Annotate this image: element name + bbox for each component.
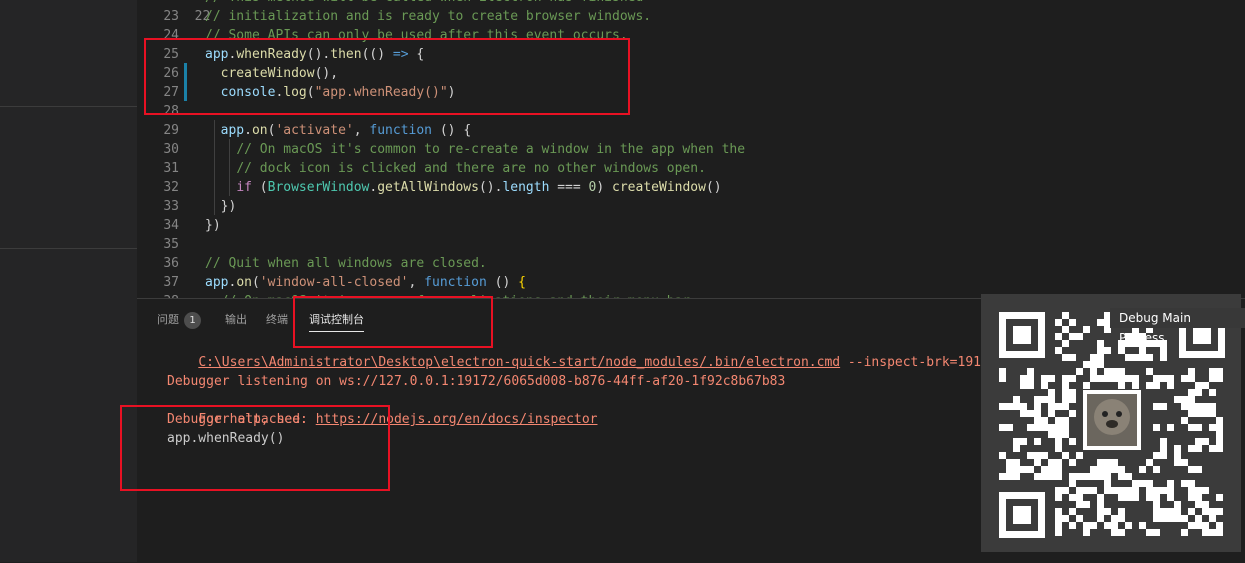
line-number: 34 xyxy=(163,218,179,233)
code-text: // initialization and is ready to create… xyxy=(205,9,652,24)
annotation-box-output xyxy=(120,405,390,491)
code-text: app.on('activate', function () { xyxy=(220,123,472,138)
annotation-box-tab xyxy=(293,296,493,348)
code-text: // Quit when all windows are closed. xyxy=(205,256,487,271)
tab-problems-label: 问题 xyxy=(157,313,179,326)
tab-output[interactable]: 输出 xyxy=(225,311,247,331)
line-number: 32 xyxy=(163,180,179,195)
code-line: 34}) xyxy=(137,216,220,235)
side-bar xyxy=(0,0,137,562)
code-line: 31 // dock icon is clicked and there are… xyxy=(137,159,706,178)
line-number: 23 xyxy=(163,9,179,24)
code-text: // On macOS it's common to re-create a w… xyxy=(236,142,746,157)
sidebar-divider xyxy=(0,248,137,249)
code-line-partial: 22// This method will be called when Ele… xyxy=(194,0,644,24)
sidebar-divider xyxy=(0,106,137,107)
code-text: // dock icon is clicked and there are no… xyxy=(236,161,706,176)
line-number: 33 xyxy=(163,199,179,214)
code-line: 29 app.on('activate', function () { xyxy=(137,121,471,140)
code-text: }) xyxy=(205,199,237,214)
annotation-box-code xyxy=(144,38,630,115)
line-number: 30 xyxy=(163,142,179,157)
electron-cmd-link[interactable]: C:\Users\Administrator\Desktop\electron-… xyxy=(198,355,840,370)
code-line: 30 // On macOS it's common to re-create … xyxy=(137,140,745,159)
line-number: 37 xyxy=(163,275,179,290)
code-line: 23 // initialization and is ready to crea… xyxy=(137,7,651,26)
code-line: 33 }) xyxy=(137,197,236,216)
tab-problems[interactable]: 问题 1 xyxy=(157,311,201,331)
code-text: }) xyxy=(205,218,221,233)
indent-guide xyxy=(229,139,230,196)
line-number: 36 xyxy=(163,256,179,271)
indent-guide xyxy=(214,120,215,215)
line-number: 35 xyxy=(163,237,179,252)
code-text: app.on('window-all-closed', function () … xyxy=(205,275,526,290)
code-line: 35 xyxy=(137,235,179,254)
debugger-listening-line: Debugger listening on ws://127.0.0.1:191… xyxy=(167,374,786,389)
debug-main-process-label[interactable]: Debug Main Process xyxy=(1110,308,1245,345)
problems-count-badge: 1 xyxy=(184,312,201,329)
code-line: 36 // Quit when all windows are closed. xyxy=(137,254,486,273)
qr-code-icon xyxy=(997,310,1227,544)
code-line: 32 if (BrowserWindow.getAllWindows().len… xyxy=(137,178,721,197)
line-number: 31 xyxy=(163,161,179,176)
code-line: 37 app.on('window-all-closed', function (… xyxy=(137,273,526,292)
tab-terminal[interactable]: 终端 xyxy=(266,311,288,331)
code-text: if (BrowserWindow.getAllWindows().length… xyxy=(236,180,722,195)
line-number: 29 xyxy=(163,123,179,138)
